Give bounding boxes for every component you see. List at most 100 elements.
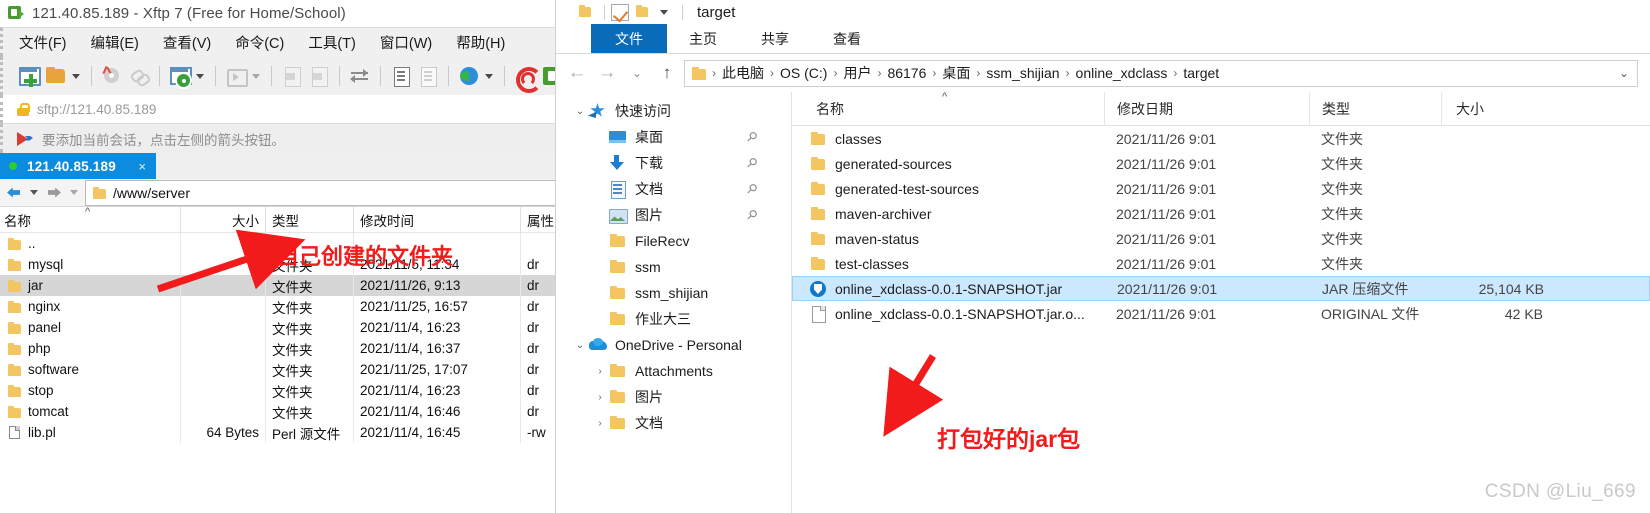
- pin-icon[interactable]: ⚲: [743, 206, 761, 224]
- forward-dropdown-icon[interactable]: [70, 190, 78, 195]
- column-header-date[interactable]: 修改日期: [1104, 91, 1309, 126]
- list-icon[interactable]: [389, 64, 413, 88]
- session-tab[interactable]: 121.40.85.189 ×: [0, 153, 156, 179]
- forward-icon[interactable]: →: [594, 60, 620, 86]
- properties-folder-icon[interactable]: [633, 3, 651, 21]
- sidebar-item[interactable]: ssm_shijian: [556, 280, 791, 306]
- properties-dropdown-icon[interactable]: [196, 73, 204, 79]
- chevron-right-icon[interactable]: ›: [592, 418, 608, 429]
- new-folder-icon[interactable]: [17, 64, 41, 88]
- sidebar-item[interactable]: ssm: [556, 254, 791, 280]
- table-row[interactable]: generated-test-sources 2021/11/26 9:01 文件夹: [792, 176, 1650, 201]
- table-row[interactable]: panel 文件夹 2021/11/4, 16:23 dr: [0, 317, 556, 338]
- table-row[interactable]: online_xdclass-0.0.1-SNAPSHOT.jar 2021/11…: [792, 276, 1650, 301]
- chevron-down-icon[interactable]: ⌄: [1619, 66, 1629, 80]
- table-row[interactable]: tomcat 文件夹 2021/11/4, 16:46 dr: [0, 401, 556, 422]
- sidebar-item[interactable]: › 文档: [556, 410, 791, 436]
- menu-help[interactable]: 帮助(H): [454, 30, 507, 55]
- column-header-name[interactable]: 名称 ^: [0, 206, 180, 233]
- folder-icon: [810, 256, 826, 271]
- sidebar-item[interactable]: ⌄ OneDrive - Personal: [556, 332, 791, 358]
- forward-icon[interactable]: [45, 184, 67, 202]
- table-row[interactable]: lib.pl 64 Bytes Perl 源文件 2021/11/4, 16:45 -r…: [0, 422, 556, 443]
- chevron-down-icon[interactable]: [660, 9, 668, 15]
- back-icon[interactable]: [5, 184, 27, 202]
- column-header-date[interactable]: 修改时间: [353, 206, 520, 233]
- sidebar-item[interactable]: 图片 ⚲: [556, 202, 791, 228]
- onedrive-icon: [588, 336, 608, 354]
- table-row[interactable]: maven-status 2021/11/26 9:01 文件夹: [792, 226, 1650, 251]
- globe-icon[interactable]: [457, 64, 481, 88]
- ribbon-tab-share[interactable]: 共享: [739, 24, 811, 53]
- pin-icon[interactable]: ⚲: [743, 154, 761, 172]
- column-header-attr[interactable]: 属性: [520, 206, 556, 233]
- table-row[interactable]: stop 文件夹 2021/11/4, 16:23 dr: [0, 380, 556, 401]
- sidebar-item[interactable]: › Attachments: [556, 358, 791, 384]
- breadcrumb-target[interactable]: target: [1183, 65, 1219, 81]
- column-header-type[interactable]: 类型: [265, 206, 353, 233]
- column-header-name[interactable]: 名称 ^: [792, 91, 1104, 126]
- breadcrumb-users[interactable]: 用户: [843, 63, 871, 83]
- table-row[interactable]: online_xdclass-0.0.1-SNAPSHOT.jar.o... 20…: [792, 301, 1650, 326]
- back-icon[interactable]: ←: [564, 60, 590, 86]
- table-row[interactable]: nginx 文件夹 2021/11/25, 16:57 dr: [0, 296, 556, 317]
- column-header-type[interactable]: 类型: [1309, 91, 1441, 126]
- checkbox-icon[interactable]: [611, 3, 629, 21]
- breadcrumb-desktop[interactable]: 桌面: [942, 63, 970, 83]
- spiral-icon[interactable]: [513, 64, 542, 93]
- table-row[interactable]: jar 文件夹 2021/11/26, 9:13 dr: [0, 275, 556, 296]
- star-icon: [588, 102, 608, 120]
- menu-tools[interactable]: 工具(T): [306, 30, 358, 55]
- disconnect-icon[interactable]: [100, 64, 124, 88]
- table-row[interactable]: maven-archiver 2021/11/26 9:01 文件夹: [792, 201, 1650, 226]
- xftp-notice-bar: 要添加当前会话，点击左侧的箭头按钮。: [0, 123, 556, 153]
- column-header-size[interactable]: 大小: [180, 206, 265, 233]
- menu-window[interactable]: 窗口(W): [378, 30, 434, 55]
- open-folder-icon[interactable]: [44, 64, 68, 88]
- table-row[interactable]: generated-sources 2021/11/26 9:01 文件夹: [792, 151, 1650, 176]
- chevron-right-icon[interactable]: ›: [592, 366, 608, 377]
- sidebar-item[interactable]: ⌄ 快速访问: [556, 98, 791, 124]
- remote-path-input[interactable]: /www/server: [85, 179, 556, 206]
- column-header-size[interactable]: 大小: [1441, 91, 1561, 126]
- sidebar-item[interactable]: › 图片: [556, 384, 791, 410]
- table-row[interactable]: test-classes 2021/11/26 9:01 文件夹: [792, 251, 1650, 276]
- breadcrumb-ssm-shijian[interactable]: ssm_shijian: [986, 65, 1059, 81]
- recent-locations-icon[interactable]: ⌄: [624, 60, 650, 86]
- menu-edit[interactable]: 编辑(E): [89, 30, 141, 55]
- table-row[interactable]: classes 2021/11/26 9:01 文件夹: [792, 126, 1650, 151]
- open-folder-dropdown-icon[interactable]: [72, 73, 80, 79]
- sidebar-item[interactable]: 文档 ⚲: [556, 176, 791, 202]
- table-row[interactable]: software 文件夹 2021/11/25, 17:07 dr: [0, 359, 556, 380]
- chevron-down-icon[interactable]: ⌄: [572, 340, 588, 351]
- menu-command[interactable]: 命令(C): [233, 30, 286, 55]
- pin-icon[interactable]: ⚲: [743, 128, 761, 146]
- chevron-down-icon[interactable]: ⌄: [572, 106, 588, 117]
- ribbon-tab-view[interactable]: 查看: [811, 24, 883, 53]
- up-icon[interactable]: ↑: [654, 60, 680, 86]
- properties-icon[interactable]: [168, 64, 192, 88]
- quick-access-folder-icon[interactable]: [576, 3, 594, 21]
- breadcrumb-86176[interactable]: 86176: [887, 65, 926, 81]
- sidebar-item[interactable]: 作业大三: [556, 306, 791, 332]
- ribbon-tab-file[interactable]: 文件: [591, 24, 667, 53]
- close-icon[interactable]: ×: [138, 159, 146, 174]
- sidebar-item[interactable]: 下载 ⚲: [556, 150, 791, 176]
- pin-icon[interactable]: ⚲: [743, 180, 761, 198]
- sidebar-item[interactable]: 桌面 ⚲: [556, 124, 791, 150]
- breadcrumb-online-xdclass[interactable]: online_xdclass: [1076, 65, 1168, 81]
- ribbon-tab-home[interactable]: 主页: [667, 24, 739, 53]
- table-row[interactable]: php 文件夹 2021/11/4, 16:37 dr: [0, 338, 556, 359]
- chevron-right-icon[interactable]: ›: [592, 392, 608, 403]
- sidebar-item[interactable]: FileRecv: [556, 228, 791, 254]
- sync-icon[interactable]: [348, 64, 372, 88]
- globe-dropdown-icon[interactable]: [485, 73, 493, 79]
- menu-view[interactable]: 查看(V): [161, 30, 213, 55]
- cell-date: 2021/11/26 9:01: [1116, 130, 1217, 147]
- breadcrumb-this-pc[interactable]: 此电脑: [722, 63, 764, 83]
- menu-file[interactable]: 文件(F): [17, 30, 69, 55]
- address-breadcrumb-bar[interactable]: › 此电脑 › OS (C:) › 用户 › 86176 › 桌面 › ssm_…: [684, 59, 1638, 87]
- green-app-icon[interactable]: [540, 64, 556, 88]
- breadcrumb-os-c[interactable]: OS (C:): [780, 65, 827, 81]
- back-dropdown-icon[interactable]: [30, 190, 38, 195]
